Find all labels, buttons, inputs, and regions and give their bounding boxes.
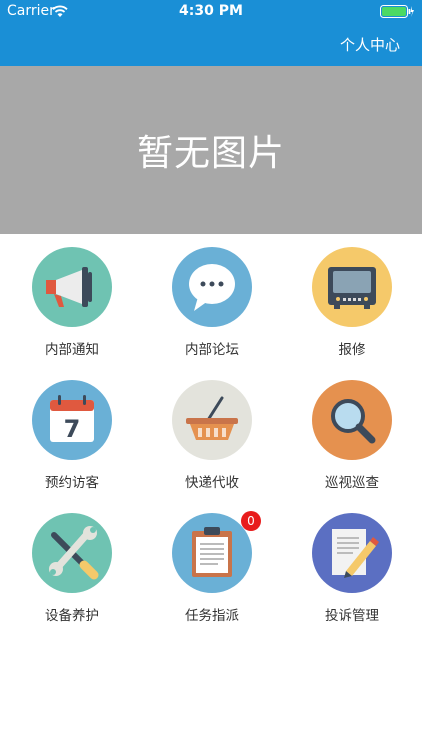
menu-item-maintenance[interactable]: 设备养护 (2, 500, 142, 633)
menu-item-complaint[interactable]: 投诉管理 (282, 500, 422, 633)
task-badge: 0 (241, 511, 261, 531)
personal-center-button[interactable]: 个人中心 (340, 34, 400, 55)
menu-item-patrol[interactable]: 巡视巡查 (282, 367, 422, 500)
menu-label: 巡视巡查 (325, 475, 379, 491)
document-pencil-icon (312, 513, 392, 593)
calendar-day-text: 7 (64, 415, 81, 443)
status-time: 4:30 PM (179, 3, 243, 19)
menu-label: 预约访客 (45, 475, 99, 491)
menu-item-repair[interactable]: 报修 (282, 234, 422, 367)
menu-label: 任务指派 (185, 608, 239, 624)
chat-bubble-icon (172, 247, 252, 327)
menu-label: 快递代收 (185, 475, 239, 491)
banner-text: 暂无图片 (136, 133, 285, 174)
battery-icon (380, 5, 414, 18)
magnifier-icon (312, 380, 392, 460)
clipboard-icon (172, 513, 252, 593)
menu-item-visitor[interactable]: 7 预约访客 (2, 367, 142, 500)
basket-icon (172, 380, 252, 460)
tools-icon (32, 513, 112, 593)
menu-item-task[interactable]: 0 任务指派 (142, 500, 282, 633)
menu-grid: 内部通知 内部论坛 报修 7 预约访客 快递代收 巡视巡查 设备养护 0 任务指… (0, 234, 422, 634)
banner-placeholder: 暂无图片 (0, 66, 422, 234)
menu-item-notice[interactable]: 内部通知 (2, 234, 142, 367)
menu-label: 内部通知 (45, 342, 99, 358)
menu-label: 投诉管理 (325, 608, 379, 624)
menu-item-forum[interactable]: 内部论坛 (142, 234, 282, 367)
status-bar: Carrier 4:30 PM (0, 0, 422, 22)
menu-label: 内部论坛 (185, 342, 239, 358)
tv-monitor-icon (312, 247, 392, 327)
menu-item-express[interactable]: 快递代收 (142, 367, 282, 500)
calendar-icon: 7 (32, 380, 112, 460)
menu-label: 设备养护 (45, 608, 99, 624)
megaphone-icon (32, 247, 112, 327)
menu-label: 报修 (338, 342, 366, 358)
top-bar: Carrier 4:30 PM 个人中心 (0, 0, 422, 66)
